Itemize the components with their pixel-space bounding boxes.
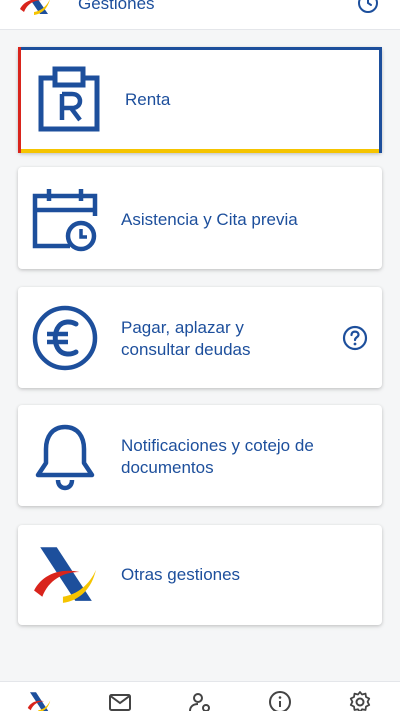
bell-icon (35, 424, 95, 491)
notificaciones-label-line1: Notificaciones y cotejo de (121, 436, 314, 455)
card-border-right (379, 47, 382, 153)
calendar-clock-icon (32, 189, 98, 252)
renta-card[interactable]: Renta (18, 47, 382, 153)
pagar-label-line1: Pagar, aplazar y (121, 318, 244, 337)
notificaciones-card[interactable]: Notificaciones y cotejo de documentos (18, 405, 382, 506)
card-border-left (18, 47, 21, 153)
otras-gestiones-label: Otras gestiones (121, 565, 241, 584)
history-icon[interactable] (356, 0, 380, 15)
aeat-logo (34, 547, 96, 603)
card-border-top (18, 47, 382, 50)
bottom-navigation (0, 681, 400, 711)
asistencia-label: Asistencia y Cita previa (121, 210, 298, 229)
euro-icon (32, 305, 98, 371)
help-icon[interactable] (342, 325, 368, 351)
pagar-card[interactable]: Pagar, aplazar y consultar deudas (18, 287, 382, 388)
aeat-logo (20, 0, 50, 15)
renta-label: Renta (125, 90, 171, 109)
nav-home-aeat-icon[interactable] (27, 690, 51, 711)
pagar-label-line2: consultar deudas (121, 340, 251, 359)
top-app-bar: Gestiones (0, 0, 400, 30)
settings-icon[interactable] (348, 690, 372, 711)
otras-gestiones-card[interactable]: Otras gestiones (18, 525, 382, 625)
page-title: Gestiones (78, 0, 155, 13)
card-border-bottom (18, 149, 382, 153)
mail-icon[interactable] (108, 690, 132, 711)
info-icon[interactable] (268, 690, 292, 711)
notificaciones-label-line2: documentos (121, 458, 214, 477)
renta-icon (38, 66, 100, 132)
user-settings-icon[interactable] (188, 690, 212, 711)
asistencia-card[interactable]: Asistencia y Cita previa (18, 167, 382, 269)
